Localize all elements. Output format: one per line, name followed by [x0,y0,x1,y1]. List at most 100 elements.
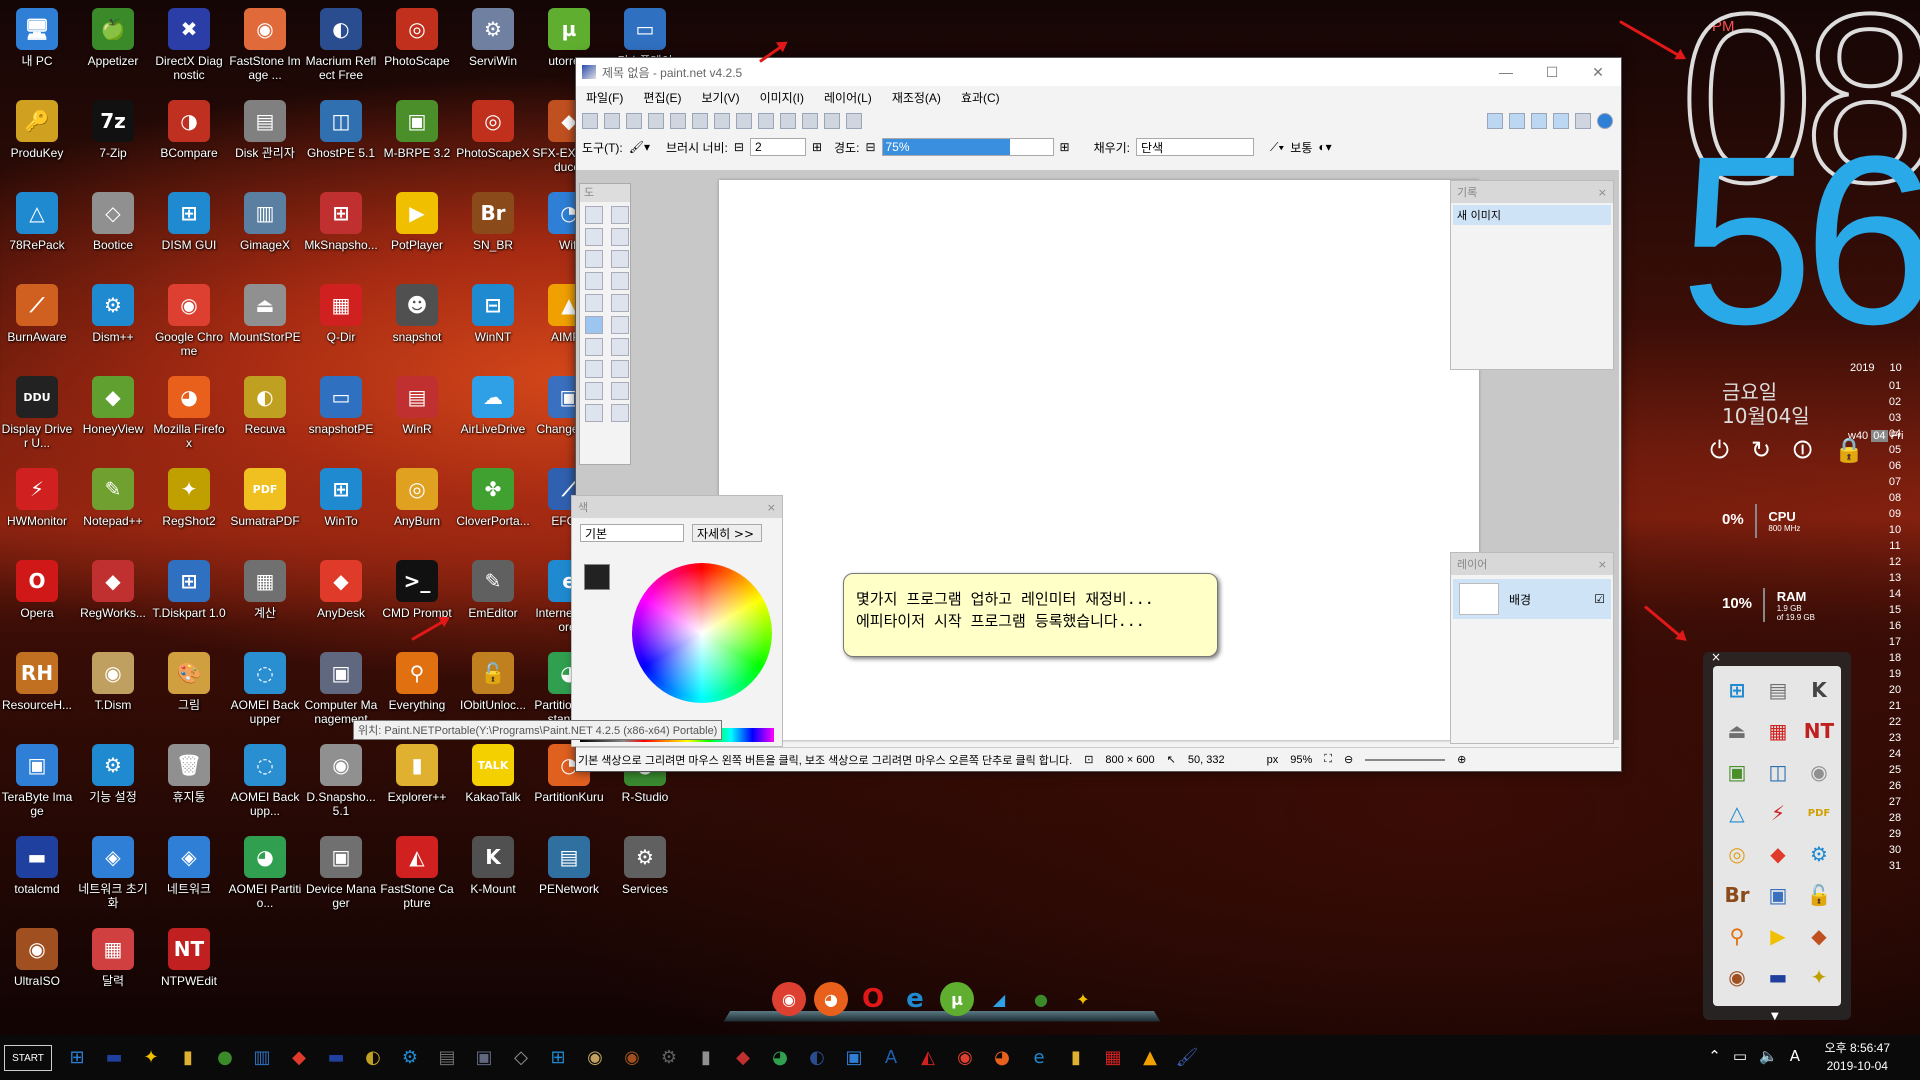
sfx-icon[interactable]: ◆ [1799,916,1839,956]
hwmonitor-icon[interactable]: ⚡ [1758,793,1798,833]
utorrent-icon[interactable]: µ [940,982,974,1016]
desktop-icon[interactable]: ▬ totalcmd [0,830,74,918]
zoom-out-icon[interactable]: ⊖ [1344,753,1353,766]
desktop-icon[interactable]: O Opera [0,554,74,642]
desktop-icon[interactable]: ▤ WinR [380,370,454,458]
desktop-icon[interactable]: ⊞ MkSnapsho... [304,186,378,274]
color-picker-tool-icon[interactable] [611,338,629,356]
desktop-icon[interactable]: ⊞ WinTo [304,462,378,550]
hardness-decrease[interactable]: ⊟ [865,140,875,154]
br-icon[interactable]: Br [1717,875,1757,915]
terabyte-icon[interactable]: ▣ [839,1042,869,1072]
restart-icon[interactable]: ↻ [1751,436,1771,464]
desktop-icon[interactable]: ✎ Notepad++ [76,462,150,550]
desktop-icon[interactable]: ◆ RegWorks... [76,554,150,642]
ntpwedit-icon[interactable]: NT [1799,711,1839,751]
hardness-slider[interactable]: 75% [881,138,1054,156]
dock-close-icon[interactable]: × [1711,650,1721,664]
anydesk-icon[interactable]: ◆ [284,1042,314,1072]
folder-icon[interactable]: ▮ [173,1042,203,1072]
menu-item[interactable]: 재조정(A) [882,89,951,106]
desktop-icon[interactable]: ⊟ WinNT [456,278,530,366]
zoom-slider[interactable] [1365,758,1446,761]
fastcapture-icon[interactable]: ◭ [913,1042,943,1072]
desktop-icon[interactable]: ◭ FastStone Capture [380,830,454,918]
desktop-icon[interactable]: NT NTPWEdit [152,922,226,1010]
desktop-icon[interactable]: 🗑 휴지통 [152,738,226,826]
color-wheel[interactable] [632,563,772,703]
save-icon[interactable] [626,113,642,129]
desktop-icon[interactable]: ⚡ HWMonitor [0,462,74,550]
desktop-icon[interactable]: ✤ CloverPorta... [456,462,530,550]
anydesk-icon[interactable]: ◆ [1758,834,1798,874]
desktop-icon[interactable]: 7z 7-Zip [76,94,150,182]
desktop-icon[interactable]: ⚙ ServiWin [456,2,530,90]
pan-tool-icon[interactable] [611,272,629,290]
mbrpe-icon[interactable]: ▣ [1717,752,1757,792]
desktop-icon[interactable]: ◌ AOMEI Backupp... [228,738,302,826]
desktop-icon[interactable]: ◐ Recuva [228,370,302,458]
hardness-increase[interactable]: ⊞ [1060,140,1070,154]
crop-icon[interactable] [736,113,752,129]
desktop-icon[interactable]: 🖥 내 PC [0,2,74,90]
history-window-icon[interactable] [1509,113,1525,129]
bucket-tool-icon[interactable] [585,294,603,312]
desktop-icon[interactable]: ⚙ Dism++ [76,278,150,366]
desktop-icon[interactable]: ◕ Mozilla Firefox [152,370,226,458]
gradient-tool-icon[interactable] [611,294,629,312]
layers-window-icon[interactable] [1531,113,1547,129]
aimp-icon[interactable]: ▲ [1135,1042,1165,1072]
titlebar[interactable]: 제목 없음 - paint.net v4.2.5 — ☐ ✕ [576,58,1621,86]
brush-tool-icon[interactable]: 🖌▾ [629,140,650,154]
primary-color-swatch[interactable] [584,564,610,590]
paintnet-icon[interactable]: 🖌 [1172,1042,1202,1072]
desktop-icon[interactable]: ⏏ MountStorPE [228,278,302,366]
desktop-icon[interactable]: ◉ T.Dism [76,646,150,734]
ruler-icon[interactable] [846,113,862,129]
menu-item[interactable]: 레이어(L) [814,89,882,106]
close-button[interactable]: ✕ [1575,64,1621,81]
menu-item[interactable]: 이미지(I) [750,89,814,106]
usb-icon[interactable]: ⏏ [1717,711,1757,751]
text-tool-icon[interactable] [585,382,603,400]
desktop-icon[interactable]: ☁ AirLiveDrive [456,370,530,458]
ghost-icon[interactable]: ◫ [1758,752,1798,792]
antialias-icon[interactable]: ⟋▾ [1270,140,1284,155]
power-icon[interactable]: ⏻ [1710,436,1729,464]
dism-icon[interactable]: ⚙ [1799,834,1839,874]
desktop-icon[interactable]: ◎ PhotoScape [380,2,454,90]
desktop-icon[interactable]: ⊞ DISM GUI [152,186,226,274]
desktop-icon[interactable]: ✎ EmEditor [456,554,530,642]
macrium-icon[interactable]: ◐ [802,1042,832,1072]
paste-icon[interactable] [714,113,730,129]
scanner-icon[interactable]: ▤ [432,1042,462,1072]
shapes-tool-icon[interactable] [585,404,603,422]
ultraiso-icon[interactable]: ◉ [1717,957,1757,997]
blend-mode-select[interactable]: 보통 [1290,139,1312,156]
desktop-icon[interactable]: 🍏 Appetizer [76,2,150,90]
volume-icon[interactable]: 🔈 [1759,1047,1778,1065]
lasso-tool-icon[interactable] [585,228,603,246]
desktop-icon[interactable]: ◎ PhotoScapeX [456,94,530,182]
undo-icon[interactable] [780,113,796,129]
desktop-icon[interactable]: Br SN_BR [456,186,530,274]
pdf-icon[interactable]: PDF [1799,793,1839,833]
desktop-icon[interactable]: ☻ snapshot [380,278,454,366]
tools-window-icon[interactable] [1487,113,1503,129]
eraser-tool-icon[interactable] [611,316,629,334]
brush-width-input[interactable]: 2 [749,138,806,156]
dock-scroll-down-icon[interactable]: ▼ [1771,1011,1779,1022]
tdism-icon[interactable]: ◉ [580,1042,610,1072]
desktop-icon[interactable]: ▦ 계산 [228,554,302,642]
rect-select-tool-icon[interactable] [585,206,603,224]
move-selected-tool-icon[interactable] [611,228,629,246]
move-selection-tool-icon[interactable] [611,206,629,224]
totalcmd-icon[interactable]: ▬ [321,1042,351,1072]
history-panel-header[interactable]: 기록 × [1451,181,1613,203]
scanner-icon[interactable]: ▤ [1758,670,1798,710]
desktop-icon[interactable]: ◈ 네트워크 [152,830,226,918]
cmdprompt-icon[interactable]: ▣ [469,1042,499,1072]
ellipse-select-tool-icon[interactable] [585,250,603,268]
tray-expand-icon[interactable]: ⌃ [1708,1047,1721,1065]
menu-item[interactable]: 효과(C) [951,89,1010,106]
